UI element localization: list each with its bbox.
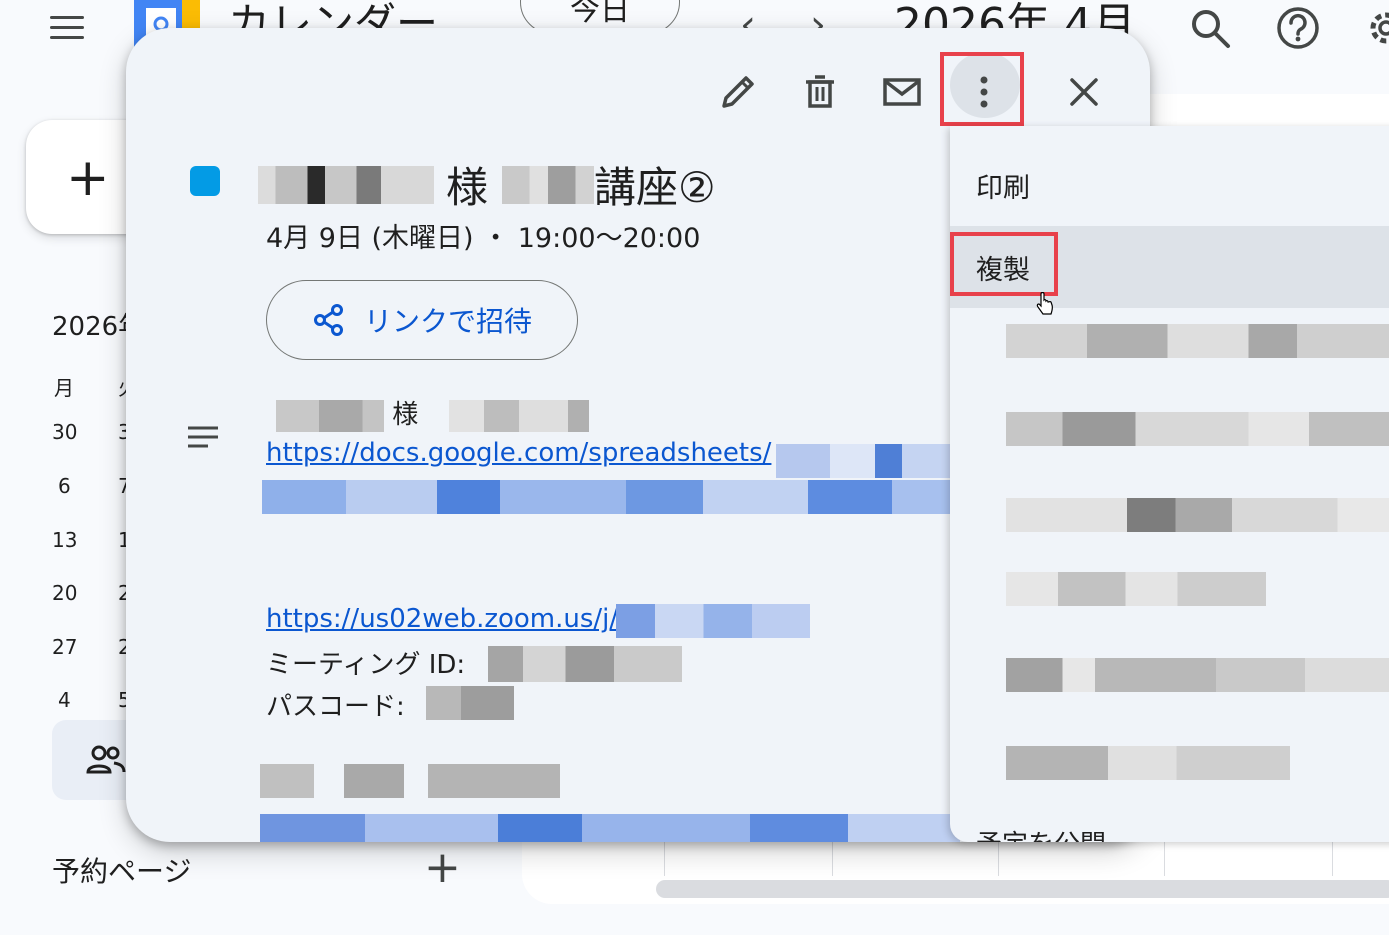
more-options-highlight	[940, 52, 1024, 126]
people-icon	[86, 745, 126, 774]
mini-calendar-day[interactable]: 6	[58, 474, 71, 498]
mouse-cursor-icon	[1036, 292, 1054, 315]
spreadsheet-link[interactable]: https://docs.google.com/spreadsheets/	[266, 438, 771, 468]
grid-divider	[664, 842, 665, 876]
weekday-header: 月	[54, 376, 74, 400]
close-icon	[1070, 78, 1098, 106]
greeting-honorific: 様	[392, 400, 419, 430]
edit-event-button[interactable]	[716, 70, 760, 114]
grid-divider	[832, 842, 833, 876]
redacted-link-part	[616, 604, 810, 638]
redacted-course-name	[502, 165, 595, 204]
mini-calendar-day[interactable]: 27	[52, 635, 77, 659]
menu-item-print[interactable]: 印刷	[976, 166, 1030, 205]
invite-via-link-button[interactable]: リンクで招待	[266, 280, 578, 360]
redacted-menu-item[interactable]	[1006, 498, 1389, 532]
zoom-link[interactable]: https://us02web.zoom.us/j/	[266, 604, 618, 634]
delete-icon	[806, 75, 834, 108]
redacted-passcode	[426, 686, 514, 720]
meeting-id-label: ミーティング ID:	[266, 650, 466, 680]
event-title: 様 講座②	[258, 154, 716, 215]
menu-item-publish[interactable]: 予定を公開	[976, 824, 1106, 842]
create-plus-icon: +	[66, 148, 110, 208]
close-popup-button[interactable]	[1062, 70, 1106, 114]
main-menu-button[interactable]	[46, 14, 90, 42]
redacted-text	[448, 399, 589, 432]
search-icon	[1192, 10, 1230, 48]
redacted-link-part	[260, 814, 960, 842]
event-datetime: 4月 9日 (木曜日) ・ 19:00〜20:00	[266, 223, 701, 254]
mini-calendar-day[interactable]: 4	[58, 688, 71, 712]
help-icon	[1277, 7, 1319, 49]
redacted-menu-item[interactable]	[1006, 324, 1389, 358]
add-booking-page-button[interactable]: +	[424, 842, 461, 893]
invite-button-label: リンクで招待	[363, 305, 532, 338]
passcode-label: パスコード:	[266, 692, 405, 722]
overflow-menu: 印刷 複製 予定を公開	[950, 126, 1389, 842]
share-icon	[313, 304, 343, 336]
search-button[interactable]	[1188, 6, 1232, 50]
settings-button[interactable]	[1364, 6, 1389, 50]
redacted-name	[258, 165, 434, 204]
event-color-chip	[190, 166, 220, 196]
edit-icon	[722, 76, 754, 108]
notes-icon	[188, 426, 218, 448]
redacted-menu-item[interactable]	[1006, 572, 1266, 606]
redacted-meeting-id	[488, 646, 682, 682]
duplicate-highlight	[950, 232, 1058, 296]
redacted-link-part	[262, 480, 962, 514]
grid-divider	[998, 842, 999, 876]
email-guests-button[interactable]	[880, 70, 924, 114]
redacted-text	[260, 764, 560, 798]
grid-divider	[1332, 842, 1333, 876]
settings-icon	[1370, 12, 1389, 44]
title-honorific: 様	[446, 163, 489, 212]
grid-divider	[1164, 842, 1165, 876]
redacted-menu-item[interactable]	[1006, 412, 1389, 446]
redacted-menu-item[interactable]	[1006, 746, 1290, 780]
delete-event-button[interactable]	[798, 70, 842, 114]
email-icon	[883, 78, 921, 106]
title-course: 講座②	[594, 163, 716, 212]
description-greeting: 様	[266, 394, 589, 432]
today-button-label: 今日	[570, 0, 630, 28]
redacted-text	[276, 399, 384, 432]
mini-calendar-day[interactable]: 20	[52, 581, 77, 605]
horizontal-scrollbar[interactable]	[656, 880, 1389, 898]
help-button[interactable]	[1276, 6, 1320, 50]
booking-pages-label: 予約ページ	[52, 855, 192, 888]
redacted-menu-item[interactable]	[1006, 658, 1389, 692]
redacted-link-part	[776, 444, 956, 478]
mini-calendar-day[interactable]: 13	[52, 528, 77, 552]
mini-calendar-day[interactable]: 30	[52, 420, 77, 444]
